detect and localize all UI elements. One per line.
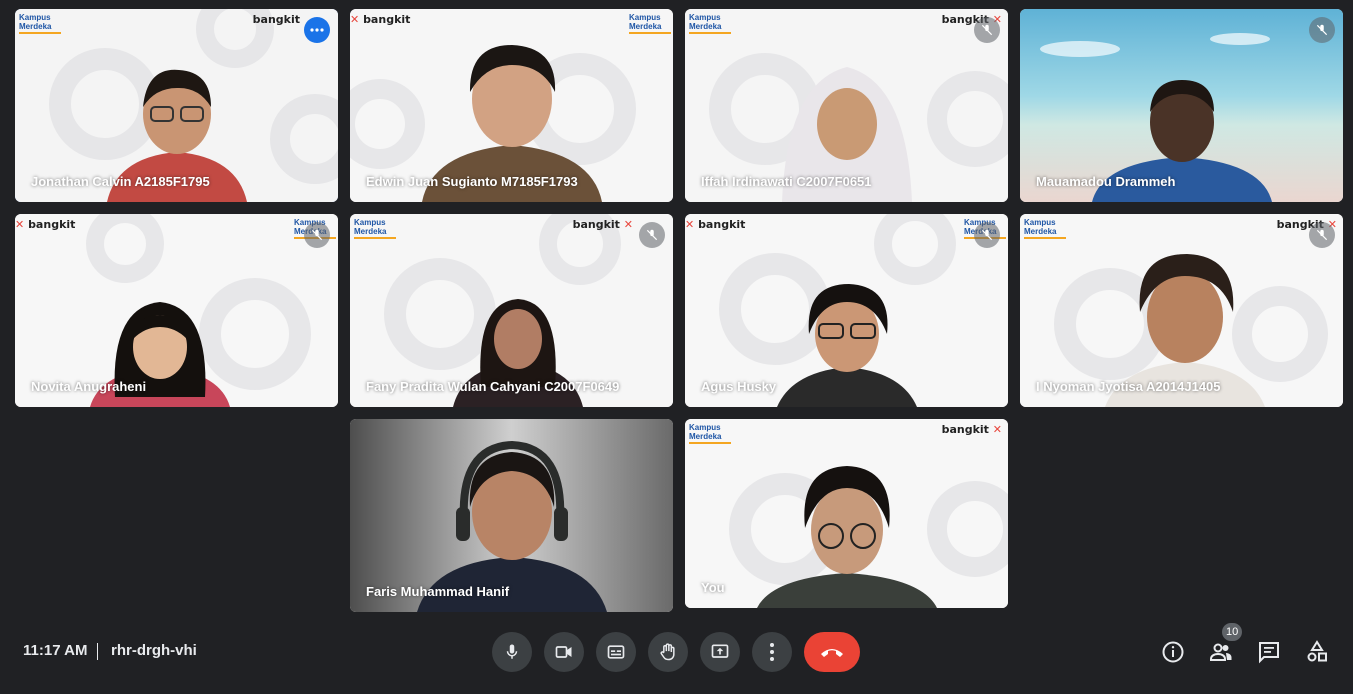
meeting-controls-bar: 11:17 AM rhr-drgh-vhi 10 <box>0 620 1353 694</box>
participant-name: Mauamadou Drammeh <box>1036 174 1176 189</box>
video-camera-icon <box>555 646 572 658</box>
muted-indicator <box>974 222 1000 248</box>
participant-name: You <box>701 580 725 595</box>
participant-name: I Nyoman Jyotisa A2014J1405 <box>1036 379 1221 394</box>
chat-icon <box>1259 642 1279 664</box>
participant-video <box>776 284 917 407</box>
mic-off-icon <box>981 229 993 241</box>
activities-icon <box>1307 640 1327 662</box>
mic-off-icon <box>981 24 993 36</box>
participant-name: Jonathan Calvin A2185F1795 <box>31 174 210 189</box>
present-screen-button[interactable] <box>700 632 740 672</box>
participant-count-badge: 10 <box>1222 623 1243 641</box>
muted-indicator <box>1309 222 1335 248</box>
video-tile-faris[interactable]: Faris Muhammad Hanif <box>350 419 673 612</box>
present-screen-icon <box>711 644 729 658</box>
mic-off-icon <box>311 229 323 241</box>
muted-indicator <box>1309 17 1335 43</box>
video-tile-fany[interactable]: Kampus Merdeka bangkit ✕ Fany Pradita Wul… <box>350 214 673 407</box>
mic-off-icon <box>1316 229 1328 241</box>
bangkit-logo: bangkit <box>252 13 300 26</box>
video-tile-edwin[interactable]: ✕ bangkit Kampus Merdeka Edwin Juan Sugia… <box>350 9 673 202</box>
meet-stage: Kampus Merdeka bangkit Jonathan Calvin A2… <box>0 0 1353 694</box>
muted-indicator <box>304 222 330 248</box>
video-tile-mauamadou[interactable]: Mauamadou Drammeh <box>1020 9 1343 202</box>
end-call-icon <box>821 649 843 657</box>
video-tile-self[interactable]: Kampus Merdeka bangkit ✕ You <box>685 419 1008 608</box>
raise-hand-icon <box>660 643 675 661</box>
participant-name: Novita Anugraheni <box>31 379 147 394</box>
info-icon <box>1162 641 1184 663</box>
kampus-merdeka-logo: KampusMerdeka <box>354 218 396 239</box>
bangkit-logo: ✕ bangkit <box>350 13 411 26</box>
meeting-details-button[interactable] <box>1159 638 1187 666</box>
muted-indicator <box>974 17 1000 43</box>
bangkit-logo: ✕ bangkit <box>685 218 746 231</box>
bangkit-logo: bangkit ✕ <box>941 423 1002 436</box>
participant-name: Edwin Juan Sugianto M7185F1793 <box>366 174 578 189</box>
video-tile-iffah[interactable]: Kampus Merdeka bangkit ✕ Iffah Irdinawati… <box>685 9 1008 202</box>
people-button[interactable] <box>1207 638 1235 666</box>
participant-name: Fany Pradita Wulan Cahyani C2007F0649 <box>366 379 620 394</box>
end-call-button[interactable] <box>804 632 860 672</box>
divider <box>97 643 98 660</box>
kampus-merdeka-logo: KampusMerdeka <box>689 423 731 444</box>
more-horizontal-icon <box>310 28 324 32</box>
muted-indicator <box>639 222 665 248</box>
kampus-merdeka-logo: KampusMerdeka <box>689 13 731 34</box>
participant-name: Agus Husky <box>701 379 777 394</box>
chat-button[interactable] <box>1255 638 1283 666</box>
video-tile-agus[interactable]: ✕ bangkit KampusMerdeka Agus Husky <box>685 214 1008 407</box>
participant-video <box>756 466 937 608</box>
meeting-code: rhr-drgh-vhi <box>111 642 197 659</box>
bangkit-logo: ✕ bangkit <box>15 218 76 231</box>
participant-name: Iffah Irdinawati C2007F0651 <box>701 174 872 189</box>
closed-captions-icon <box>607 645 625 659</box>
raise-hand-button[interactable] <box>648 632 688 672</box>
tile-more-options-button[interactable] <box>304 17 330 43</box>
camera-button[interactable] <box>544 632 584 672</box>
participant-name: Faris Muhammad Hanif <box>366 584 510 599</box>
kampus-merdeka-logo: KampusMerdeka <box>1024 218 1066 239</box>
kampus-merdeka-logo: KampusMerdeka <box>629 13 671 34</box>
kampus-merdeka-logo: KampusMerdeka <box>19 13 61 34</box>
mic-off-icon <box>646 229 658 241</box>
activities-button[interactable] <box>1303 638 1331 666</box>
mic-off-icon <box>1316 24 1328 36</box>
video-tile-novita[interactable]: ✕ bangkit KampusMerdeka Novita Anugrahen… <box>15 214 338 407</box>
video-tile-jonathan[interactable]: Kampus Merdeka bangkit Jonathan Calvin A2… <box>15 9 338 202</box>
microphone-icon <box>506 644 518 659</box>
meeting-time: 11:17 AM <box>23 642 88 659</box>
bangkit-logo: bangkit ✕ <box>572 218 633 231</box>
more-options-button[interactable] <box>752 632 792 672</box>
captions-button[interactable] <box>596 632 636 672</box>
people-icon <box>1210 643 1232 661</box>
video-tile-nyoman[interactable]: Kampus Merdeka bangkit ✕ I Nyoman Jyotisa… <box>1020 214 1343 407</box>
microphone-button[interactable] <box>492 632 532 672</box>
more-options-icon <box>770 643 774 661</box>
